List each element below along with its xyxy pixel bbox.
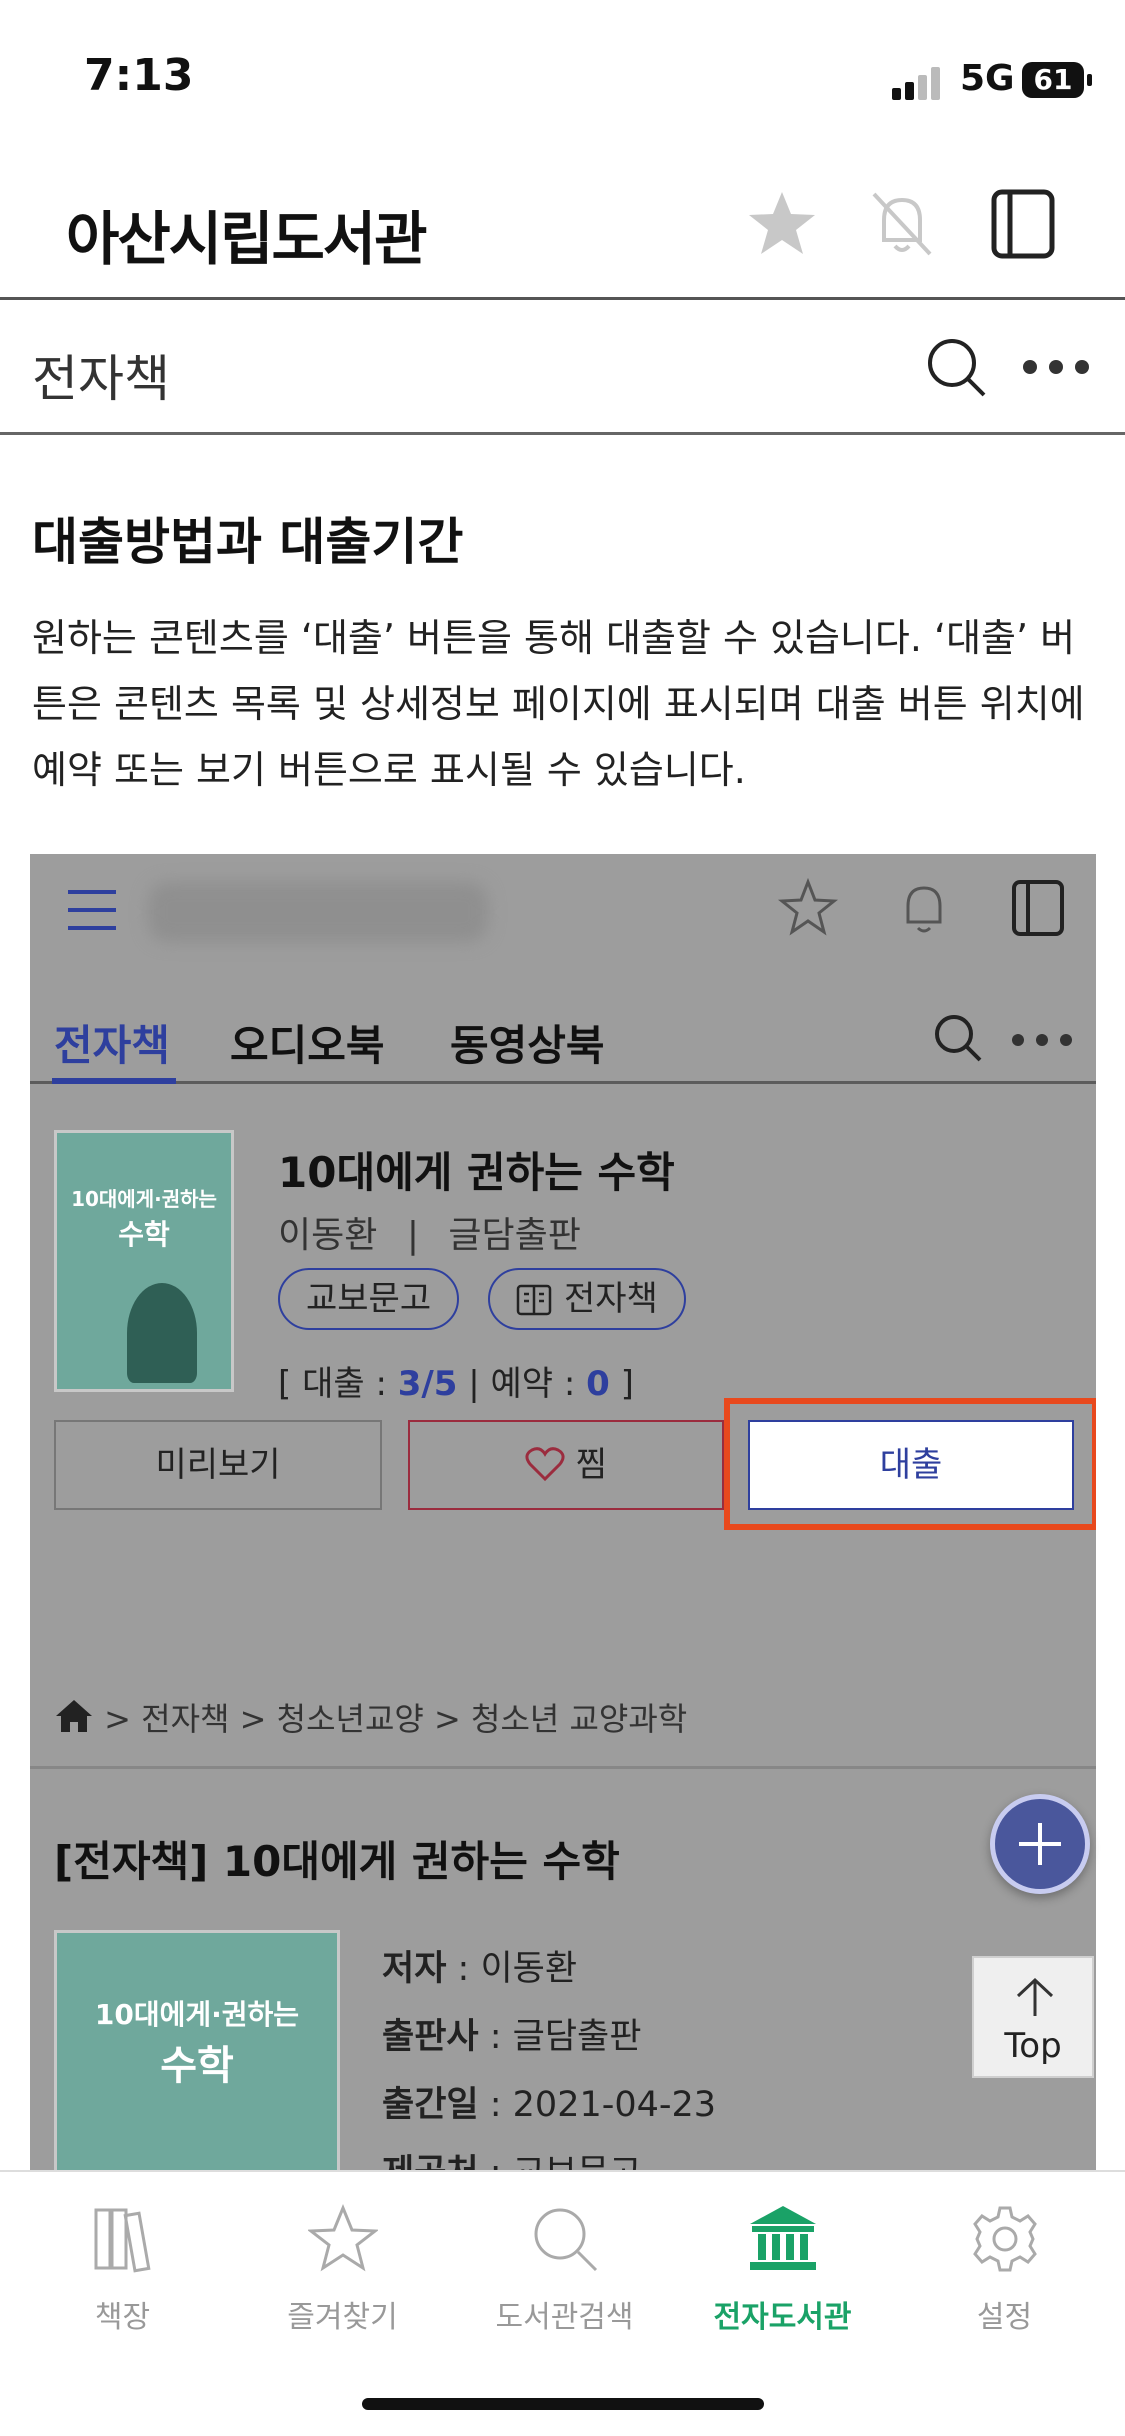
- divider: [30, 1766, 1096, 1769]
- more-menu-icon: [1010, 1030, 1074, 1054]
- bookshelf-icon: [94, 2208, 151, 2273]
- blurred-library-name: [148, 882, 488, 942]
- hamburger-menu-icon: [64, 882, 120, 938]
- detail-title: [전자책] 10대에게 권하는 수학: [54, 1837, 620, 1886]
- home-indicator: [362, 2398, 764, 2410]
- book-meta: 이동환 | 글담출판: [278, 1215, 581, 1256]
- active-tab-indicator: [52, 1078, 176, 1084]
- provider-chip: 교보문고: [278, 1268, 460, 1330]
- loan-status: [ 대출 : 3/5 | 예약 : 0 ]: [278, 1364, 634, 1404]
- library-icon: [750, 2206, 816, 2270]
- book-publisher: 글담출판: [448, 1215, 581, 1256]
- tab-videobook: 동영상북: [450, 1021, 605, 1070]
- scroll-top-button[interactable]: Top: [972, 1956, 1094, 2078]
- tab-settings[interactable]: 설정: [892, 2172, 1117, 2362]
- book-cover: 10대에게·권하는 수학: [54, 1130, 234, 1392]
- breadcrumb: > 전자책 > 청소년교양 > 청소년 교양과학: [54, 1694, 687, 1740]
- search-icon: [534, 2208, 598, 2272]
- star-icon: [776, 876, 840, 944]
- search-icon: [930, 1010, 986, 1070]
- guide-heading: 대출방법과 대출기간: [32, 513, 464, 571]
- detail-date: 출간일 : 2021-04-23: [382, 2085, 717, 2125]
- section-title: 전자책: [32, 350, 170, 408]
- content-type-tabs: 전자책 오디오북 동영상북: [30, 994, 1096, 1084]
- arrow-up-icon: [1016, 1977, 1054, 2016]
- example-screenshot: 전자책 오디오북 동영상북 10대에게·권하는 수학 10대에게 권하는 수학 …: [30, 854, 1096, 2172]
- page-title: 아산시립도서관: [66, 205, 428, 273]
- tab-favorites[interactable]: 즐겨찾기: [230, 2172, 455, 2362]
- detail-provider: 제공처 : 교보문고: [382, 2144, 641, 2172]
- type-chip: 전자책: [488, 1268, 686, 1330]
- star-icon: [308, 2204, 378, 2272]
- detail-book-cover: 10대에게·권하는 수학: [54, 1930, 340, 2172]
- search-icon[interactable]: [922, 333, 992, 403]
- ebook-icon: [516, 1284, 552, 1316]
- bell-icon: [892, 876, 956, 944]
- sub-header: 전자책: [0, 303, 1125, 435]
- scroll-top-label: Top: [1004, 2026, 1062, 2066]
- home-icon: [56, 1700, 92, 1732]
- wishlist-button: 찜: [408, 1420, 724, 1510]
- favorite-star-icon[interactable]: [742, 184, 822, 264]
- status-bar: 7:13 5G 61: [0, 0, 1125, 150]
- detail-publisher: 출판사 : 글담출판: [382, 2017, 642, 2057]
- status-time: 7:13: [84, 50, 194, 101]
- preview-button: 미리보기: [54, 1420, 382, 1510]
- tab-e-library[interactable]: 전자도서관: [670, 2172, 895, 2362]
- notification-off-icon[interactable]: [862, 184, 942, 264]
- more-menu-icon[interactable]: [1018, 355, 1098, 379]
- tab-audiobook: 오디오북: [230, 1021, 385, 1070]
- tab-ebook: 전자책: [54, 1021, 170, 1070]
- book-author: 이동환: [278, 1215, 378, 1256]
- book-title: 10대에게 권하는 수학: [278, 1148, 675, 1197]
- network-type: 5G: [960, 58, 1015, 99]
- book-view-icon[interactable]: [984, 184, 1064, 264]
- add-fab-button[interactable]: [990, 1794, 1090, 1894]
- tab-bookshelf[interactable]: 책장: [10, 2172, 235, 2362]
- tab-library-search[interactable]: 도서관검색: [452, 2172, 677, 2362]
- signal-icon: [892, 66, 944, 100]
- loan-button-highlight: [724, 1398, 1096, 1530]
- detail-author: 저자 : 이동환: [382, 1949, 578, 1989]
- book-view-icon: [1006, 876, 1070, 944]
- guide-description: 원하는 콘텐츠를 ‘대출’ 버튼을 통해 대출할 수 있습니다. ‘대출’ 버튼…: [32, 616, 1085, 792]
- battery-icon: 61: [1022, 62, 1092, 98]
- bottom-tab-bar: 책장 즐겨찾기 도서관검색 전자도서관 설정: [0, 2170, 1125, 2436]
- app-header: 아산시립도서관: [0, 150, 1125, 300]
- gear-icon: [973, 2206, 1037, 2272]
- plus-icon: [1019, 1823, 1061, 1865]
- heart-icon: [525, 1447, 565, 1482]
